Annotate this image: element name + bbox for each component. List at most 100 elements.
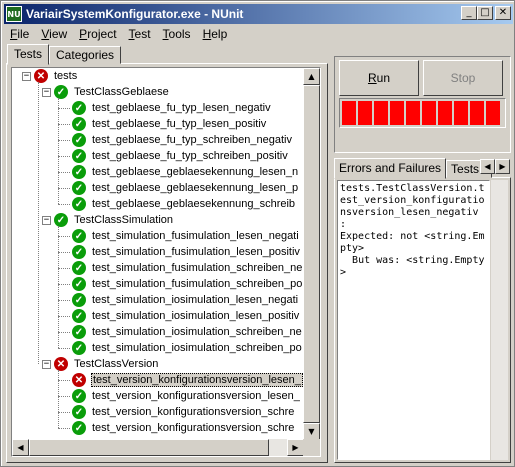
error-vertical-scrollbar[interactable] — [491, 180, 508, 460]
tree-connector — [58, 188, 70, 189]
scroll-left-icon[interactable]: ◀ — [12, 439, 29, 456]
tree-node-label[interactable]: test_geblaese_fu_typ_lesen_positiv — [91, 118, 267, 130]
tree-connector — [58, 380, 70, 381]
test-case-node[interactable]: ✕ test_version_konfigurationsversion_lese… — [72, 372, 303, 388]
tree-node-label[interactable]: test_simulation_fusimulation_schreiben_n… — [91, 262, 303, 274]
pass-check-icon: ✓ — [72, 245, 86, 259]
test-case-node[interactable]: ✓ test_simulation_iosimulation_lesen_posi… — [72, 308, 300, 324]
test-case-node[interactable]: ✓ test_geblaese_fu_typ_lesen_positiv — [72, 116, 267, 132]
run-button[interactable]: Run — [339, 60, 419, 96]
test-case-node[interactable]: ✓ test_geblaese_fu_typ_schreiben_positiv — [72, 148, 289, 164]
progress-block — [454, 101, 468, 125]
test-case-node[interactable]: ✓ test_geblaese_fu_typ_schreiben_negativ — [72, 132, 293, 148]
tree-vscroll-thumb[interactable] — [303, 85, 320, 423]
tree-node-label[interactable]: test_simulation_iosimulation_schreiben_n… — [91, 326, 303, 338]
panel-splitter[interactable] — [329, 45, 332, 463]
tree-node-label[interactable]: test_simulation_fusimulation_lesen_negat… — [91, 230, 300, 242]
tree-node-label[interactable]: TestClassGeblaese — [73, 86, 170, 98]
tree-node-label[interactable]: test_version_konfigurationsversion_schre — [91, 422, 295, 434]
maximize-button[interactable]: □ — [477, 6, 493, 20]
minimize-button[interactable]: _ — [461, 6, 477, 20]
test-fixture-node[interactable]: − ✓ TestClassSimulation — [42, 212, 174, 228]
test-case-node[interactable]: ✓ test_geblaese_geblaesekennung_lesen_p — [72, 180, 299, 196]
test-case-node[interactable]: ✓ test_geblaese_geblaesekennung_lesen_n — [72, 164, 299, 180]
test-fixture-node[interactable]: − ✓ TestClassGeblaese — [42, 84, 170, 100]
menu-test[interactable]: Test — [123, 27, 157, 41]
tree-connector — [58, 252, 70, 253]
tree-node-label[interactable]: test_simulation_fusimulation_lesen_posit… — [91, 246, 301, 258]
progress-block — [438, 101, 452, 125]
tree-collapse-icon[interactable]: − — [42, 87, 51, 97]
menu-view[interactable]: View — [35, 27, 73, 41]
tree-node-label[interactable]: test_simulation_iosimulation_lesen_negat… — [91, 294, 299, 306]
test-case-node[interactable]: ✓ test_geblaese_fu_typ_lesen_negativ — [72, 100, 272, 116]
pass-check-icon: ✓ — [72, 229, 86, 243]
progress-block — [422, 101, 436, 125]
tab-errors-and-failures[interactable]: Errors and Failures — [334, 158, 447, 179]
tree-collapse-icon[interactable]: − — [42, 359, 51, 369]
tree-node-label[interactable]: test_version_konfigurationsversion_lesen… — [91, 373, 303, 387]
menu-help[interactable]: Help — [197, 27, 234, 41]
tree-node-label[interactable]: test_geblaese_fu_typ_schreiben_positiv — [91, 150, 289, 162]
tree-connector — [58, 172, 70, 173]
menu-file[interactable]: File — [4, 27, 35, 41]
tree-node-label[interactable]: test_geblaese_geblaesekennung_schreib — [91, 198, 296, 210]
test-case-node[interactable]: ✓ test_simulation_iosimulation_schreiben_… — [72, 340, 303, 356]
tab-scroll-left-icon[interactable]: ◀ — [480, 159, 495, 174]
fail-x-icon: ✕ — [34, 69, 48, 83]
menu-bar: File View Project Test Tools Help — [4, 25, 513, 43]
pass-check-icon: ✓ — [72, 149, 86, 163]
tree-node-label[interactable]: TestClassSimulation — [73, 214, 174, 226]
tree-node-label[interactable]: test_version_konfigurationsversion_lesen… — [91, 390, 301, 402]
test-case-node[interactable]: ✓ test_simulation_fusimulation_schreiben_… — [72, 260, 303, 276]
test-case-node[interactable]: ✓ test_simulation_fusimulation_schreiben_… — [72, 276, 303, 292]
fail-x-icon: ✕ — [72, 373, 86, 387]
scroll-down-icon[interactable]: ▼ — [303, 423, 320, 440]
pass-check-icon: ✓ — [72, 293, 86, 307]
tree-node-label[interactable]: TestClassVersion — [73, 358, 159, 370]
menu-tools[interactable]: Tools — [157, 27, 197, 41]
tree-horizontal-scrollbar[interactable]: ◀ ▶ — [12, 439, 304, 456]
test-case-node[interactable]: ✓ test_simulation_iosimulation_schreiben_… — [72, 324, 303, 340]
tree-node-label[interactable]: test_version_konfigurationsversion_schre — [91, 406, 295, 418]
test-case-node[interactable]: ✓ test_simulation_iosimulation_lesen_nega… — [72, 292, 299, 308]
tree-node-label[interactable]: test_geblaese_geblaesekennung_lesen_n — [91, 166, 299, 178]
pass-check-icon: ✓ — [54, 213, 68, 227]
tree-node-label[interactable]: test_geblaese_geblaesekennung_lesen_p — [91, 182, 299, 194]
tree-node-label[interactable]: test_simulation_iosimulation_schreiben_p… — [91, 342, 303, 354]
test-case-node[interactable]: ✓ test_version_konfigurationsversion_lese… — [72, 388, 301, 404]
menu-project[interactable]: Project — [73, 27, 122, 41]
pass-check-icon: ✓ — [72, 421, 86, 435]
test-case-node[interactable]: ✓ test_simulation_fusimulation_lesen_posi… — [72, 244, 301, 260]
tree-node-label[interactable]: test_simulation_fusimulation_schreiben_p… — [91, 278, 303, 290]
tree-node-label[interactable]: test_simulation_iosimulation_lesen_posit… — [91, 310, 300, 322]
pass-check-icon: ✓ — [72, 341, 86, 355]
test-case-node[interactable]: ✓ test_geblaese_geblaesekennung_schreib — [72, 196, 296, 212]
test-tree[interactable]: − ✕ tests − ✓ TestClassGeblaese ✓ test_geblaese… — [11, 67, 321, 457]
test-case-node[interactable]: ✓ test_simulation_fusimulation_lesen_nega… — [72, 228, 300, 244]
tab-scroll-right-icon[interactable]: ▶ — [495, 159, 510, 174]
error-message-box[interactable]: tests.TestClassVersion.test_version_konf… — [337, 180, 490, 460]
tree-collapse-icon[interactable]: − — [22, 71, 31, 81]
scroll-right-icon[interactable]: ▶ — [287, 439, 304, 456]
title-bar[interactable]: NU VariairSystemKonfigurator.exe - NUnit… — [4, 4, 513, 24]
tree-node-label[interactable]: test_geblaese_fu_typ_schreiben_negativ — [91, 134, 293, 146]
tab-tests[interactable]: Tests — [7, 44, 50, 65]
test-root-node[interactable]: − ✕ tests — [22, 68, 78, 84]
close-button[interactable]: ✕ — [495, 6, 511, 20]
tree-collapse-icon[interactable]: − — [42, 215, 51, 225]
pass-check-icon: ✓ — [72, 133, 86, 147]
tree-node-label[interactable]: test_geblaese_fu_typ_lesen_negativ — [91, 102, 272, 114]
test-case-node[interactable]: ✓ test_version_konfigurationsversion_schr… — [72, 404, 295, 420]
pass-check-icon: ✓ — [54, 85, 68, 99]
tree-hscroll-thumb[interactable] — [29, 439, 269, 456]
nunit-app-icon[interactable]: NU — [6, 6, 22, 22]
scroll-up-icon[interactable]: ▲ — [303, 68, 320, 85]
test-fixture-node[interactable]: − ✕ TestClassVersion — [42, 356, 159, 372]
progress-block — [390, 101, 404, 125]
test-case-node[interactable]: ✓ test_version_konfigurationsversion_schr… — [72, 420, 295, 436]
tab-categories[interactable]: Categories — [49, 46, 122, 64]
stop-button[interactable]: Stop — [423, 60, 503, 96]
tree-vertical-scrollbar[interactable]: ▲ ▼ — [303, 68, 320, 440]
tree-node-label[interactable]: tests — [53, 70, 78, 82]
